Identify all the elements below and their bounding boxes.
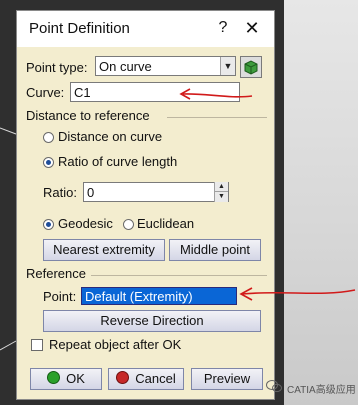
spinner-down-icon[interactable]: ▼ (215, 192, 228, 202)
viewport-background (284, 0, 358, 405)
cancel-icon (116, 371, 130, 384)
section-divider (167, 117, 267, 118)
point-definition-dialog: Point Definition ? ✕ Point type: On curv… (16, 10, 275, 400)
distance-on-curve-radio[interactable] (43, 132, 54, 143)
watermark-text: CATIA高级应用 (287, 385, 356, 396)
reference-point-label: Point: (43, 289, 77, 304)
reference-point-field[interactable]: Default (Extremity) (81, 287, 237, 305)
repeat-object-label: Repeat object after OK (49, 337, 182, 352)
wechat-icon (266, 380, 282, 393)
nearest-extremity-button[interactable]: Nearest extremity (43, 239, 165, 261)
preview-button[interactable]: Preview (191, 368, 263, 390)
cube-icon (244, 60, 258, 75)
cancel-button[interactable]: Cancel (108, 368, 184, 390)
ok-label: OK (66, 371, 85, 386)
curve-label: Curve: (26, 85, 65, 100)
spinner-up-icon[interactable]: ▲ (215, 182, 228, 192)
point-type-combo[interactable]: On curve ▼ (95, 56, 236, 76)
curve-value: C1 (74, 85, 91, 100)
title-bar[interactable]: Point Definition ? ✕ (17, 11, 274, 47)
ok-button[interactable]: OK (30, 368, 102, 390)
ratio-value: 0 (87, 185, 95, 200)
section-divider (91, 275, 267, 276)
repeat-object-checkbox[interactable] (31, 339, 43, 351)
reverse-direction-button[interactable]: Reverse Direction (43, 310, 261, 332)
euclidean-label: Euclidean (137, 216, 195, 231)
ratio-field[interactable]: 0 (83, 182, 229, 202)
ratio-of-curve-length-label: Ratio of curve length (58, 154, 178, 169)
reference-section-title: Reference (26, 266, 86, 281)
distance-on-curve-label: Distance on curve (58, 129, 163, 144)
euclidean-radio[interactable] (123, 219, 134, 230)
middle-point-button[interactable]: Middle point (169, 239, 261, 261)
point-type-label: Point type: (26, 60, 88, 75)
curve-field[interactable]: C1 (70, 82, 240, 102)
chevron-down-icon[interactable]: ▼ (220, 57, 235, 75)
point-type-value: On curve (99, 59, 152, 74)
dialog-title: Point Definition (29, 20, 130, 37)
geodesic-label: Geodesic (58, 216, 113, 231)
ratio-of-curve-length-radio[interactable] (43, 157, 54, 168)
ok-icon (47, 371, 61, 384)
geodesic-radio[interactable] (43, 219, 54, 230)
ratio-spinner[interactable]: ▲ ▼ (214, 182, 228, 202)
ratio-label: Ratio: (43, 185, 77, 200)
distance-section-title: Distance to reference (26, 108, 150, 123)
help-button[interactable]: ? (213, 18, 233, 38)
point-options-icon-button[interactable] (240, 56, 262, 78)
cancel-label: Cancel (135, 371, 176, 386)
close-button[interactable]: ✕ (241, 17, 263, 39)
